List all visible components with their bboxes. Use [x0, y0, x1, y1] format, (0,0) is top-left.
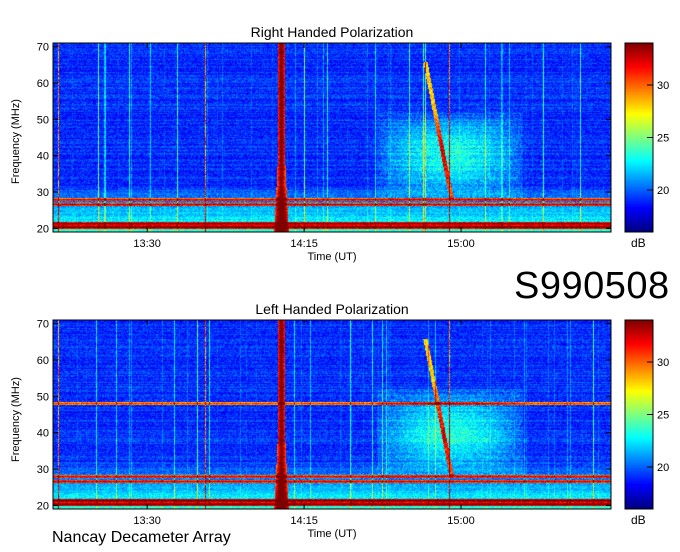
plot-frame [52, 319, 612, 510]
y-tick-label: 40 [37, 428, 49, 440]
colorbar-tick-label: 30 [657, 357, 669, 369]
x-tick-label: 13:30 [133, 515, 161, 527]
panel-2-axes: 20 30 40 50 60 70 13:30 14:15 15:00 20 25 30 [37, 319, 670, 527]
panel-2-colorbar-unit: dB [631, 513, 646, 527]
colorbar-tick-label: 25 [657, 410, 669, 422]
y-tick-label: 60 [37, 355, 49, 367]
y-tick-label: 70 [37, 319, 49, 331]
colorbar-tick-label: 20 [657, 462, 669, 474]
x-tick-label: 15:00 [447, 515, 475, 527]
x-tick-label: 14:15 [290, 515, 318, 527]
y-tick-label: 30 [37, 464, 49, 476]
footer-caption: Nancay Decameter Array [52, 529, 231, 546]
y-tick-label: 20 [37, 500, 49, 512]
panel-2-xlabel: Time (UT) [307, 528, 357, 540]
y-tick-label: 50 [37, 391, 49, 403]
